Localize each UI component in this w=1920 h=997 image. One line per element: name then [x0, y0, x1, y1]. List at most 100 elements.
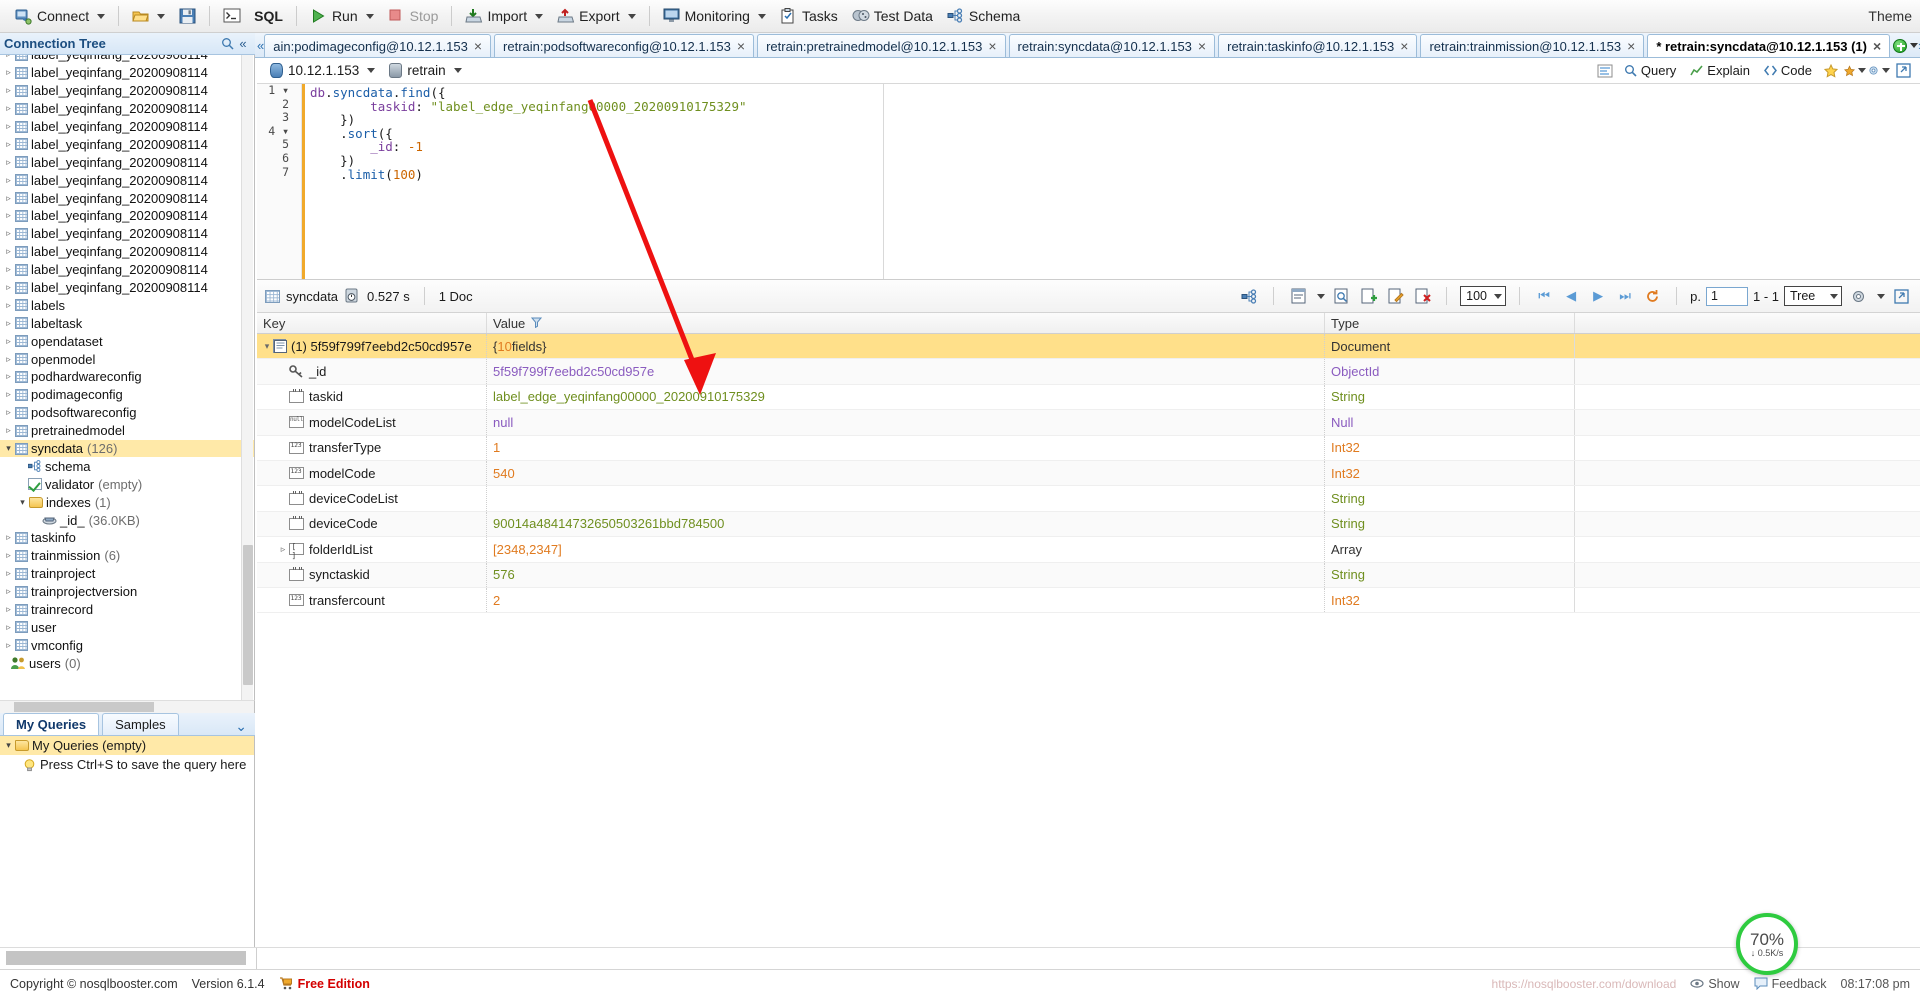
delete-document-icon[interactable]: [1411, 285, 1433, 307]
chevron-down-icon[interactable]: [627, 13, 636, 19]
tree-item-collection[interactable]: ▹ label_yeqinfang_20200908114: [0, 243, 254, 261]
tree-item-collection[interactable]: ▹ label_yeqinfang_20200908114: [0, 171, 254, 189]
show-button[interactable]: Show: [1690, 977, 1740, 991]
expander-icon[interactable]: ▹: [2, 139, 15, 150]
host-selector[interactable]: 10.12.1.153: [265, 61, 380, 80]
inspect-document-icon[interactable]: [1330, 285, 1352, 307]
bookmark-icon[interactable]: [1820, 60, 1842, 82]
open-button[interactable]: [125, 3, 172, 29]
code-button[interactable]: Code: [1758, 61, 1818, 80]
chevron-down-icon[interactable]: [367, 68, 376, 73]
expander-icon[interactable]: ▹: [2, 586, 15, 597]
tree-item-collection[interactable]: ▹ podimageconfig: [0, 386, 254, 404]
expander-icon[interactable]: ▹: [2, 371, 15, 382]
cell-value[interactable]: 576: [487, 562, 1325, 587]
close-icon[interactable]: ×: [988, 38, 996, 54]
expander-icon[interactable]: ▹: [2, 264, 15, 275]
page-size-select[interactable]: 100: [1460, 286, 1507, 306]
edition-badge[interactable]: Free Edition: [279, 977, 370, 991]
expander-icon[interactable]: ▹: [2, 354, 15, 365]
search-icon[interactable]: [219, 36, 235, 52]
tree-item-id[interactable]: _id_ (36.0KB): [0, 511, 254, 529]
expander-icon[interactable]: ▹: [2, 336, 15, 347]
edit-document-icon[interactable]: [1384, 285, 1406, 307]
table-row[interactable]: synctaskid 576String: [257, 562, 1920, 588]
cell-value[interactable]: [487, 486, 1325, 511]
tree-item-collection[interactable]: ▹ vmconfig: [0, 636, 254, 654]
first-page-button[interactable]: ⏮: [1533, 285, 1555, 307]
expander-icon[interactable]: ▹: [2, 407, 15, 418]
my-queries-panel[interactable]: ▾ My Queries (empty) Press Ctrl+S to sav…: [0, 736, 255, 981]
expander-icon[interactable]: ▹: [2, 246, 15, 257]
table-row[interactable]: taskid label_edge_yeqinfang00000_20200910…: [257, 384, 1920, 411]
chevron-down-icon[interactable]: [1317, 293, 1326, 299]
tree-vertical-scrollbar[interactable]: [241, 55, 253, 700]
tree-item-collection[interactable]: ▹ label_yeqinfang_20200908114: [0, 118, 254, 136]
prev-page-button[interactable]: ◀: [1560, 285, 1582, 307]
column-header-value[interactable]: Value: [487, 313, 1325, 333]
tree-item-collection[interactable]: ▹ label_yeqinfang_20200908114: [0, 100, 254, 118]
monitoring-button[interactable]: Monitoring: [656, 3, 773, 29]
tree-item-collection[interactable]: ▹ label_yeqinfang_20200908114: [0, 64, 254, 82]
table-row[interactable]: modelCode 540Int32: [257, 460, 1920, 487]
cell-value[interactable]: 90014a48414732650503261bbd784500: [487, 511, 1325, 537]
chevron-down-icon[interactable]: [365, 13, 374, 19]
expander-icon[interactable]: ▾: [16, 497, 29, 508]
editor-tab[interactable]: retrain:syncdata@10.12.1.153 ×: [1008, 34, 1216, 57]
connection-tree[interactable]: ▹ label_yeqinfang_20200908114 ▹ label_yeqin…: [0, 55, 255, 700]
chevron-down-icon[interactable]: [453, 68, 462, 73]
expander-icon[interactable]: ▹: [277, 544, 289, 555]
chevron-down-icon[interactable]: [1877, 293, 1885, 299]
bottom-scroll-thumb[interactable]: [6, 951, 246, 965]
expander-icon[interactable]: ▹: [2, 228, 15, 239]
tree-horizontal-thumb[interactable]: [14, 702, 154, 712]
maximize-result-icon[interactable]: [1890, 285, 1912, 307]
chevron-down-icon[interactable]: [97, 13, 106, 19]
format-code-icon[interactable]: [1594, 60, 1616, 82]
expander-icon[interactable]: ▾: [2, 740, 15, 751]
cell-value[interactable]: 540: [487, 460, 1325, 486]
expander-icon[interactable]: ▹: [2, 640, 15, 651]
tree-item-collection[interactable]: ▹ label_yeqinfang_20200908114: [0, 82, 254, 100]
chevron-down-icon[interactable]: [157, 13, 166, 19]
tree-item-collection[interactable]: ▹ user: [0, 619, 254, 637]
expander-icon[interactable]: ▾: [2, 443, 15, 454]
tab-samples[interactable]: Samples: [102, 713, 179, 735]
expander-icon[interactable]: ▹: [2, 157, 15, 168]
expander-icon[interactable]: ▹: [2, 425, 15, 436]
tree-item-users[interactable]: users (0): [0, 654, 254, 672]
table-row[interactable]: deviceCodeList String: [257, 486, 1920, 512]
close-icon[interactable]: ×: [1873, 38, 1881, 54]
expander-icon[interactable]: ▹: [2, 103, 15, 114]
editor-code[interactable]: db.syncdata.find({ taskid: "label_edge_y…: [302, 84, 747, 181]
cell-value[interactable]: label_edge_yeqinfang00000_20200910175329: [487, 384, 1325, 410]
expander-icon[interactable]: ▹: [2, 622, 15, 633]
tree-item-collection[interactable]: ▹ podsoftwareconfig: [0, 404, 254, 422]
tree-item-collection[interactable]: ▹ label_yeqinfang_20200908114: [0, 55, 254, 64]
tree-item-collection[interactable]: ▹ podhardwareconfig: [0, 368, 254, 386]
tree-item-collection[interactable]: ▹ label_yeqinfang_20200908114: [0, 225, 254, 243]
tree-vertical-thumb[interactable]: [243, 545, 253, 685]
expander-icon[interactable]: ▹: [2, 389, 15, 400]
table-row[interactable]: ▾ (1) 5f59f799f7eebd2c50cd957e {10 fields}…: [257, 334, 1920, 360]
last-page-button[interactable]: ⏭: [1614, 285, 1636, 307]
tree-item-syncdata[interactable]: ▾ syncdata (126): [0, 439, 254, 458]
editor-tab[interactable]: * retrain:syncdata@10.12.1.153 (1) ×: [1647, 34, 1891, 57]
new-tab-button[interactable]: [1893, 34, 1908, 57]
tree-item-collection[interactable]: ▹ labels: [0, 296, 254, 314]
expander-icon[interactable]: ▹: [2, 604, 15, 615]
tree-item-collection[interactable]: ▹ label_yeqinfang_20200908114: [0, 153, 254, 171]
expander-icon[interactable]: ▹: [2, 318, 15, 329]
maximize-editor-icon[interactable]: [1892, 60, 1914, 82]
stop-button[interactable]: Stop: [381, 3, 446, 29]
expander-icon[interactable]: ▹: [2, 550, 15, 561]
tasks-button[interactable]: Tasks: [773, 3, 845, 29]
speed-widget[interactable]: 70% ↓ 0.5K/s: [1736, 913, 1798, 975]
tree-item-collection[interactable]: ▹ trainproject: [0, 565, 254, 583]
page-number-input[interactable]: 1: [1705, 286, 1748, 306]
settings-icon[interactable]: [1868, 60, 1890, 82]
tab-my-queries[interactable]: My Queries: [3, 713, 100, 735]
value-filter-icon[interactable]: [531, 316, 543, 331]
tree-item-collection[interactable]: ▹ label_yeqinfang_20200908114: [0, 261, 254, 279]
tree-item-collection[interactable]: ▹ pretrainedmodel: [0, 422, 254, 440]
